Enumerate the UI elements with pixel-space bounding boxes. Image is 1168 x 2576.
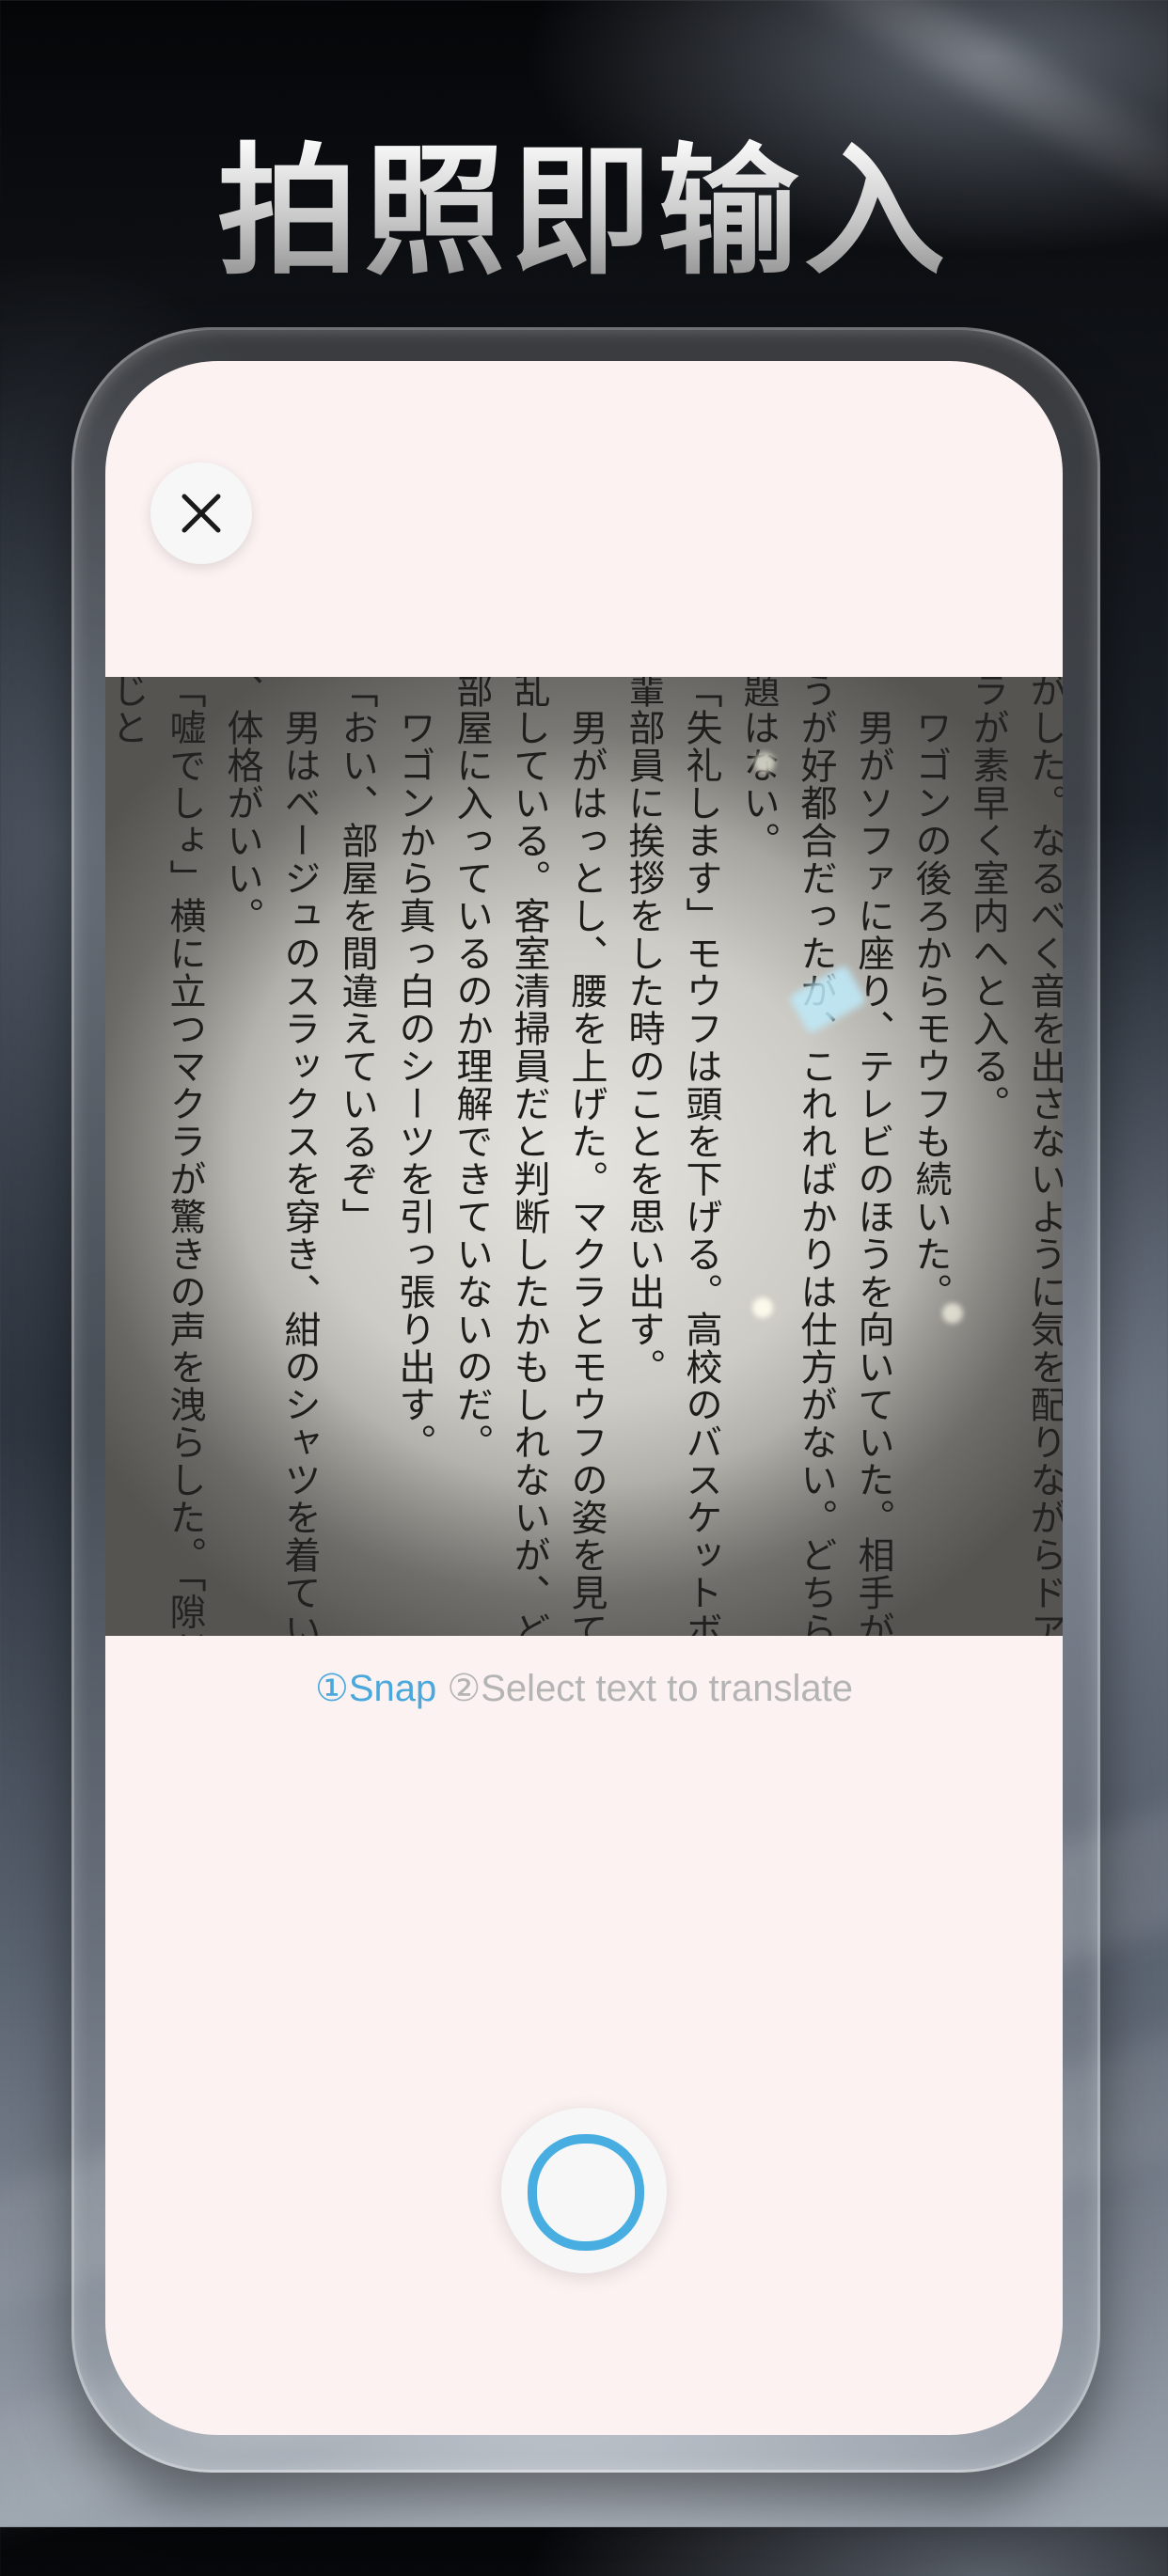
close-icon — [182, 494, 221, 533]
camera-preview-photo[interactable]: がした。なるべく音を出さないように気を配りながらドアを開き ラが素早く室内へと入… — [105, 677, 1063, 1636]
step-indicator: ①Snap ②Select text to translate — [105, 1664, 1063, 1713]
photo-book-text: がした。なるべく音を出さないように気を配りながらドアを開き ラが素早く室内へと入… — [106, 677, 1063, 1636]
camera-screen: がした。なるべく音を出さないように気を配りながらドアを開き ラが素早く室内へと入… — [105, 361, 1063, 2435]
photo-speck — [752, 1297, 773, 1318]
photo-speck — [754, 752, 775, 773]
step-select-text: ②Select text to translate — [447, 1668, 854, 1709]
close-button[interactable] — [150, 463, 252, 564]
photo-speck — [942, 1303, 963, 1324]
promo-headline: 拍照即输入 — [0, 132, 1168, 291]
shutter-button[interactable] — [501, 2108, 667, 2273]
step-snap: ①Snap — [314, 1668, 437, 1709]
shutter-icon — [528, 2134, 644, 2251]
